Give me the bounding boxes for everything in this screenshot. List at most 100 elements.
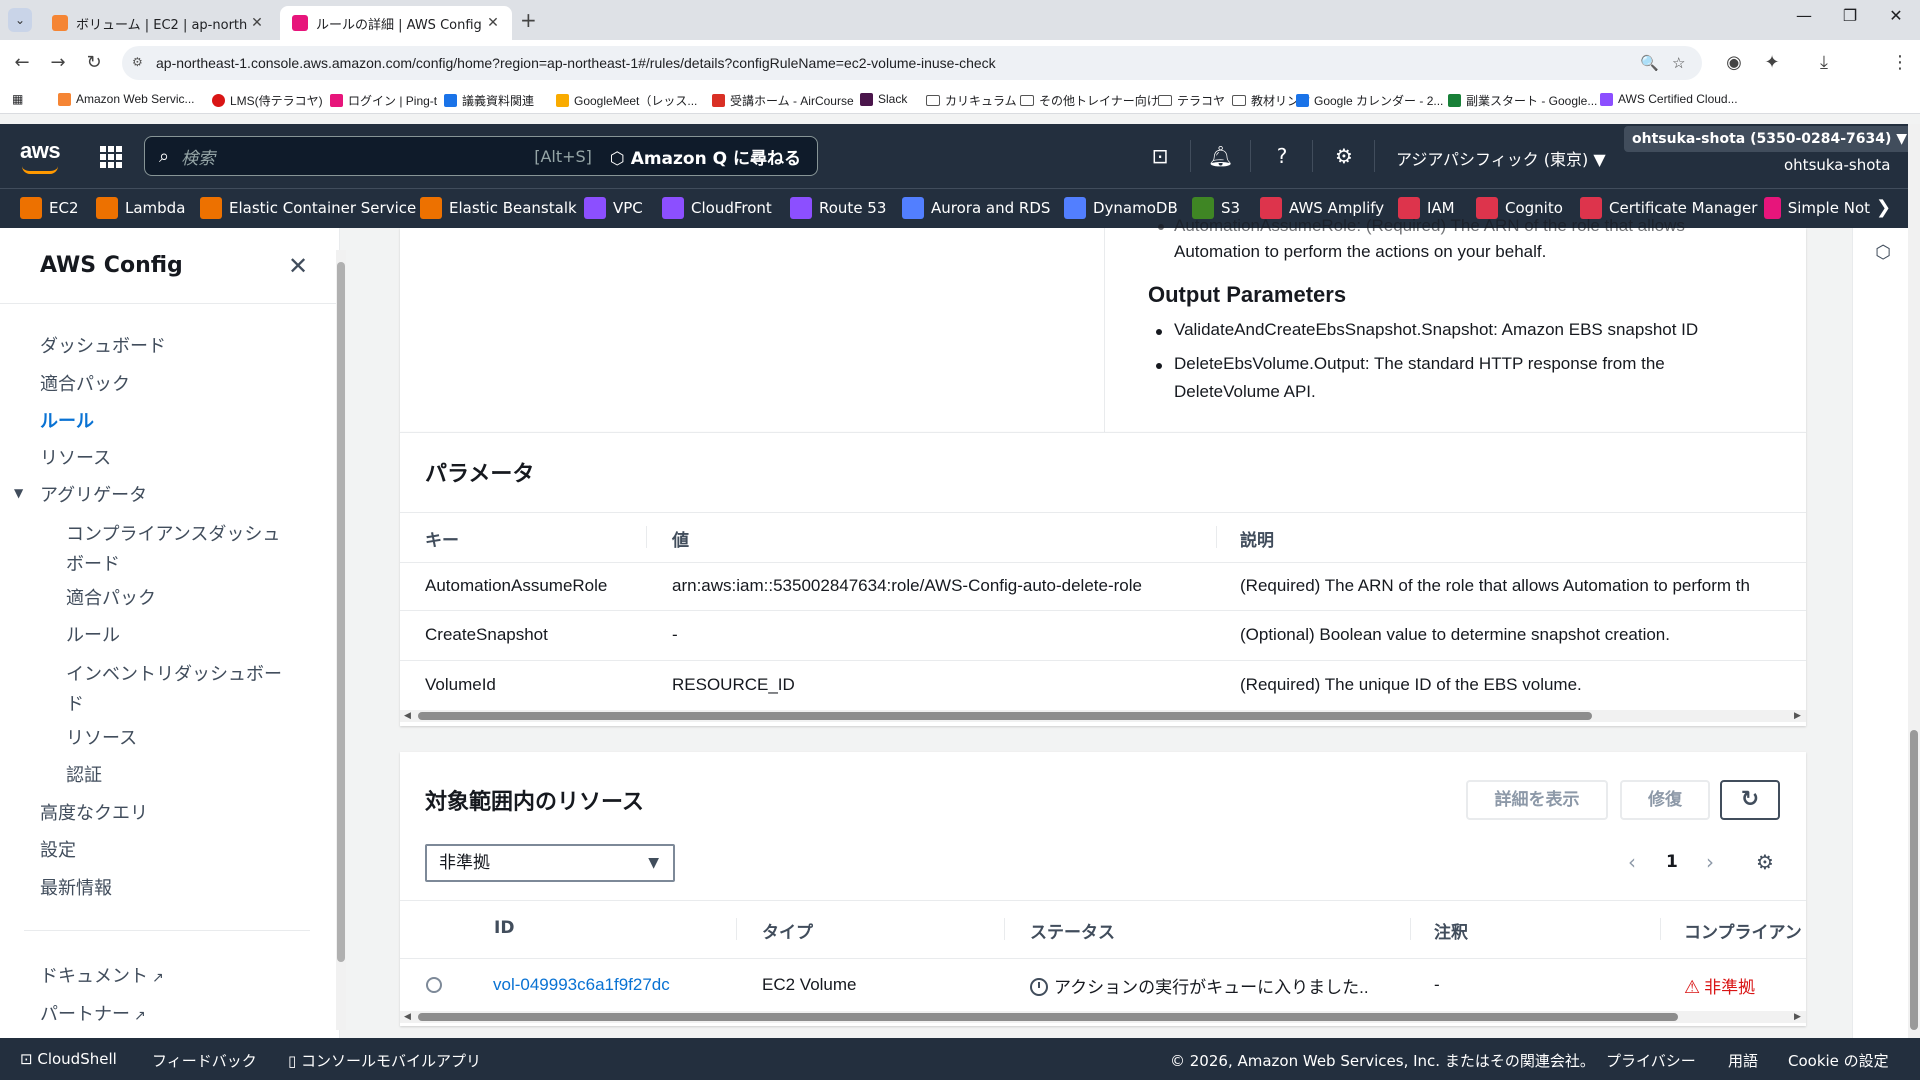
- scroll-left-icon[interactable]: ◀: [404, 1012, 411, 1022]
- nav-item-agg-resources[interactable]: リソース: [66, 724, 137, 750]
- service-shortcut-ecs[interactable]: Elastic Container Service: [200, 197, 416, 219]
- privacy-link[interactable]: プライバシー: [1606, 1050, 1696, 1071]
- nav-item-agg-rules[interactable]: ルール: [66, 621, 120, 647]
- folder-icon: [926, 95, 940, 106]
- nav-item-inventory-dashboard[interactable]: インベントリダッシュボー ド: [66, 660, 282, 716]
- nav-item-authorizations[interactable]: 認証: [66, 761, 102, 787]
- scroll-right-icon[interactable]: ▶: [1794, 711, 1801, 721]
- close-window-icon[interactable]: ✕: [1876, 6, 1916, 25]
- bookmark-item[interactable]: 受講ホーム - AirCourse: [712, 92, 854, 109]
- bookmark-star-icon[interactable]: ☆: [1672, 54, 1685, 72]
- region-selector[interactable]: アジアパシフィック (東京) ▼: [1396, 146, 1606, 170]
- services-menu-icon[interactable]: [100, 146, 122, 168]
- help-icon[interactable]: ?: [1270, 144, 1294, 168]
- bookmark-item[interactable]: 議義資料関連: [444, 92, 534, 109]
- settings-gear-icon[interactable]: ⚙: [1332, 144, 1356, 168]
- next-page-icon[interactable]: ›: [1706, 850, 1714, 874]
- cloudshell-button[interactable]: ⊡ CloudShell: [20, 1050, 117, 1068]
- service-shortcut-vpc[interactable]: VPC: [584, 197, 643, 219]
- chevron-right-icon[interactable]: ❯: [1876, 197, 1891, 218]
- extensions-icon[interactable]: ✦: [1760, 52, 1784, 73]
- forward-icon[interactable]: →: [46, 52, 70, 73]
- bookmark-item[interactable]: Slack: [860, 92, 907, 106]
- terms-link[interactable]: 用語: [1728, 1050, 1758, 1071]
- previous-page-icon[interactable]: ‹: [1628, 850, 1636, 874]
- parameters-scrollbar-thumb[interactable]: [418, 712, 1592, 720]
- nav-scrollbar-thumb[interactable]: [337, 262, 345, 962]
- cloudshell-icon[interactable]: ⊡: [1148, 144, 1172, 168]
- bookmark-item[interactable]: AWS Certified Cloud...: [1600, 92, 1738, 106]
- nav-item-partners[interactable]: パートナー ↗: [40, 1000, 146, 1026]
- site-info-icon[interactable]: ⚙: [132, 55, 148, 71]
- console-search-input[interactable]: ⌕ 検索 [Alt+S] ⬡ Amazon Q に尋ねる: [144, 136, 818, 176]
- service-shortcut-ec2[interactable]: EC2: [20, 197, 79, 219]
- restore-window-icon[interactable]: ❐: [1830, 6, 1870, 25]
- bookmark-item[interactable]: LMS(侍テラコヤ): [212, 92, 323, 109]
- new-tab-button[interactable]: +: [520, 8, 537, 32]
- nav-item-conformance-packs[interactable]: 適合パック: [40, 370, 130, 396]
- scroll-right-icon[interactable]: ▶: [1794, 1012, 1801, 1022]
- close-tab-icon[interactable]: ✕: [248, 15, 266, 31]
- scroll-left-icon[interactable]: ◀: [404, 711, 411, 721]
- tab-search-icon[interactable]: ⌄: [8, 8, 32, 32]
- nav-item-rules[interactable]: ルール: [40, 407, 94, 433]
- amazon-q-button[interactable]: ⬡ Amazon Q に尋ねる: [610, 144, 801, 169]
- nav-item-dashboard[interactable]: ダッシュボード: [40, 332, 166, 358]
- resources-scrollbar-thumb[interactable]: [418, 1013, 1678, 1021]
- service-shortcut-lambda[interactable]: Lambda: [96, 197, 185, 219]
- table-preferences-gear-icon[interactable]: ⚙: [1756, 850, 1774, 874]
- nav-item-resources[interactable]: リソース: [40, 444, 111, 470]
- notifications-bell-icon[interactable]: 🔔︎: [1208, 144, 1233, 168]
- reload-icon[interactable]: ↻: [82, 52, 106, 73]
- browser-tab-config-rule[interactable]: ルールの詳細 | AWS Config | ap-n ✕: [280, 6, 512, 40]
- bookmark-item[interactable]: 副業スタート - Google...: [1448, 92, 1597, 109]
- nav-item-agg-conformance-packs[interactable]: 適合パック: [66, 584, 156, 610]
- nav-item-advanced-query[interactable]: 高度なクエリ: [40, 799, 148, 825]
- cookie-settings-link[interactable]: Cookie の設定: [1788, 1050, 1889, 1071]
- refresh-icon[interactable]: ↻: [1720, 780, 1780, 820]
- browser-menu-icon[interactable]: ⋮: [1888, 52, 1912, 73]
- camera-icon[interactable]: ◉: [1722, 52, 1746, 73]
- bookmark-folder[interactable]: その他トレイナー向け: [1020, 92, 1159, 109]
- remediate-button[interactable]: 修復: [1620, 780, 1710, 820]
- bookmark-item[interactable]: ログイン | Ping-t: [330, 92, 437, 109]
- service-shortcut-beanstalk[interactable]: Elastic Beanstalk: [420, 197, 577, 219]
- account-menu[interactable]: ohtsuka-shota (5350-0284-7634) ▼: [1624, 126, 1916, 152]
- nav-item-whats-new[interactable]: 最新情報: [40, 874, 112, 900]
- service-shortcut-route53[interactable]: Route 53: [790, 197, 886, 219]
- beanstalk-icon: [420, 197, 442, 219]
- nav-item-compliance-dashboard[interactable]: コンプライアンスダッシュ ボード: [66, 520, 280, 576]
- resource-id-link[interactable]: vol-049993c6a1f9f27dc: [493, 975, 670, 995]
- bookmark-item[interactable]: Google カレンダー - 2...: [1296, 92, 1443, 109]
- back-icon[interactable]: ←: [10, 52, 34, 73]
- browser-tab-ec2-volumes[interactable]: ボリューム | EC2 | ap-northeast-1 ✕: [40, 6, 276, 40]
- close-tab-icon[interactable]: ✕: [484, 15, 502, 31]
- service-shortcut-dynamodb[interactable]: DynamoDB: [1064, 197, 1178, 219]
- download-icon[interactable]: ⤓: [1812, 52, 1836, 73]
- zoom-icon[interactable]: 🔍: [1640, 54, 1659, 72]
- nav-item-aggregators[interactable]: アグリゲータ: [40, 481, 147, 507]
- url-bar[interactable]: ⚙ ap-northeast-1.console.aws.amazon.com/…: [122, 46, 1702, 80]
- service-shortcut-rds[interactable]: Aurora and RDS: [902, 197, 1050, 219]
- bookmark-item[interactable]: GoogleMeet（レッス...: [556, 92, 697, 109]
- service-shortcut-cloudfront[interactable]: CloudFront: [662, 197, 772, 219]
- bookmark-folder[interactable]: テラコヤ: [1158, 92, 1225, 109]
- row-select-radio[interactable]: [426, 977, 442, 993]
- nav-title[interactable]: AWS Config: [40, 253, 183, 278]
- current-page-number[interactable]: 1: [1666, 852, 1678, 872]
- nav-item-documentation[interactable]: ドキュメント ↗: [40, 962, 164, 988]
- close-nav-icon[interactable]: ✕: [288, 252, 308, 280]
- nav-item-settings[interactable]: 設定: [40, 836, 76, 862]
- page-scrollbar-thumb[interactable]: [1910, 730, 1918, 1030]
- amazon-q-panel-icon[interactable]: ⬡: [1872, 242, 1894, 264]
- bookmark-item[interactable]: Amazon Web Servic...: [58, 92, 195, 106]
- feedback-link[interactable]: フィードバック: [152, 1050, 257, 1071]
- minimize-window-icon[interactable]: —: [1784, 6, 1824, 25]
- aws-logo[interactable]: aws: [20, 138, 61, 164]
- compliance-filter-select[interactable]: 非準拠 ▼: [425, 844, 675, 882]
- apps-grid-icon[interactable]: ▦: [12, 92, 23, 106]
- bookmark-folder[interactable]: カリキュラム: [926, 92, 1017, 109]
- mobile-app-link[interactable]: ▯ コンソールモバイルアプリ: [288, 1050, 481, 1071]
- view-details-button[interactable]: 詳細を表示: [1466, 780, 1608, 820]
- caret-down-icon[interactable]: ▼: [14, 486, 23, 500]
